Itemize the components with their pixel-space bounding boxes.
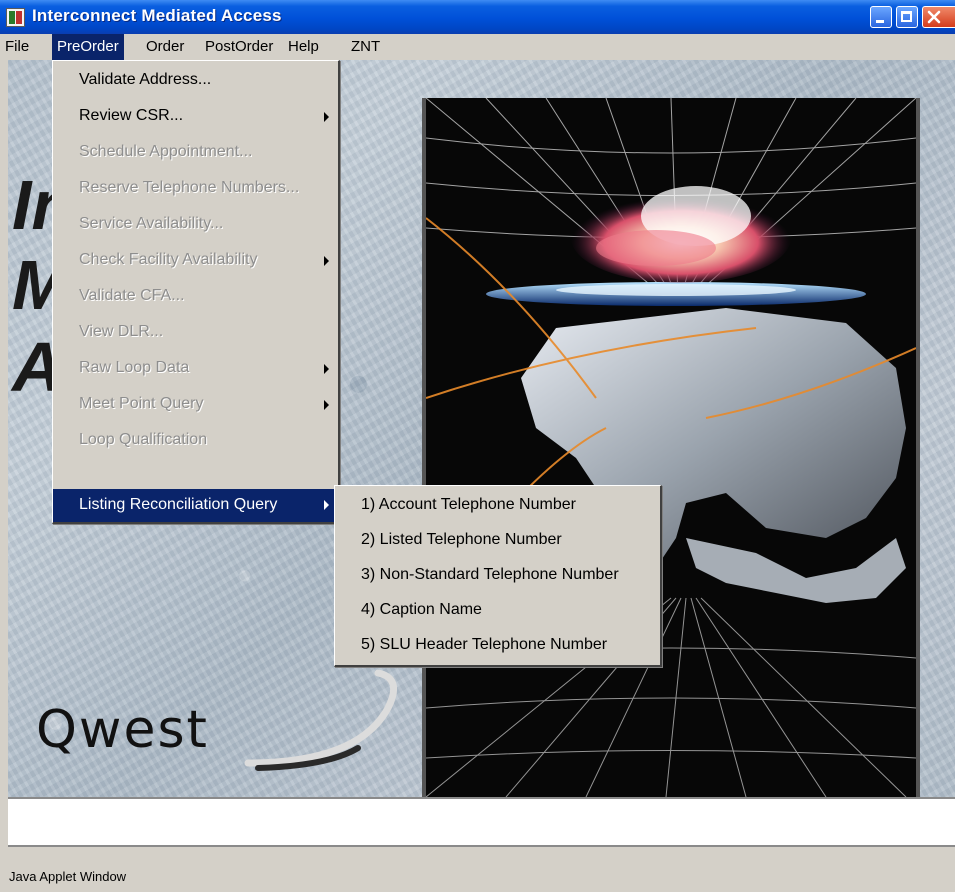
maximize-button[interactable] xyxy=(896,6,918,28)
window-title: Interconnect Mediated Access xyxy=(32,6,282,25)
menu-item-label: Service Availability... xyxy=(79,215,224,232)
menu-item-label: Meet Point Query xyxy=(79,395,204,412)
menu-item-loop-qualification[interactable]: Loop Qualification xyxy=(53,423,338,459)
menu-item-check-facility-availability[interactable]: Check Facility Availability xyxy=(53,243,338,279)
menu-file[interactable]: File xyxy=(0,34,34,60)
submenu-arrow-icon xyxy=(324,364,329,374)
submenu-item-slu-header-telephone-number[interactable]: 5) SLU Header Telephone Number xyxy=(335,628,660,663)
submenu-arrow-icon xyxy=(324,112,329,122)
menu-item-raw-loop-data[interactable]: Raw Loop Data xyxy=(53,351,338,387)
menu-znt[interactable]: ZNT xyxy=(346,34,385,60)
maximize-icon xyxy=(901,11,912,22)
submenu-arrow-icon xyxy=(324,500,329,510)
menu-item-view-dlr[interactable]: View DLR... xyxy=(53,315,338,351)
menu-help[interactable]: Help xyxy=(283,34,324,60)
menu-item-label: Reserve Telephone Numbers... xyxy=(79,179,300,196)
menu-item-label: Validate Address... xyxy=(79,71,212,88)
minimize-icon xyxy=(876,20,884,23)
title-bar[interactable]: Interconnect Mediated Access xyxy=(0,0,955,34)
submenu-arrow-icon xyxy=(324,256,329,266)
submenu-item-listed-telephone-number[interactable]: 2) Listed Telephone Number xyxy=(335,523,660,558)
close-icon xyxy=(927,10,941,24)
menu-item-label: Raw Loop Data xyxy=(79,359,190,376)
menu-item-label: Check Facility Availability xyxy=(79,251,258,268)
menu-order[interactable]: Order xyxy=(141,34,189,60)
qwest-swoosh-icon xyxy=(244,669,398,771)
menu-item-meet-point-query[interactable]: Meet Point Query xyxy=(53,387,338,423)
listing-reconciliation-submenu: 1) Account Telephone Number 2) Listed Te… xyxy=(334,485,662,667)
menu-item-service-availability[interactable]: Service Availability... xyxy=(53,207,338,243)
menu-preorder[interactable]: PreOrder xyxy=(52,34,124,60)
menu-item-label: Schedule Appointment... xyxy=(79,143,253,160)
menu-item-validate-cfa[interactable]: Validate CFA... xyxy=(53,279,338,315)
menu-bar: File PreOrder Order PostOrder Help ZNT xyxy=(0,34,955,60)
menu-item-listing-reconciliation-query[interactable]: Listing Reconciliation Query xyxy=(53,489,338,522)
menu-item-label: Loop Qualification xyxy=(79,431,208,448)
status-bar: Java Applet Window xyxy=(0,849,955,892)
submenu-item-non-standard-telephone-number[interactable]: 3) Non-Standard Telephone Number xyxy=(335,558,660,593)
menu-item-review-csr[interactable]: Review CSR... xyxy=(53,99,338,135)
menu-item-label: Listing Reconciliation Query xyxy=(79,496,278,513)
menu-item-validate-address[interactable]: Validate Address... xyxy=(53,63,338,99)
menu-item-label: View DLR... xyxy=(79,323,164,340)
submenu-item-account-telephone-number[interactable]: 1) Account Telephone Number xyxy=(335,488,660,523)
status-text: Java Applet Window xyxy=(9,869,127,884)
menu-item-label: Review CSR... xyxy=(79,107,184,124)
app-window: Interconnect Mediated Access File PreOrd… xyxy=(0,0,955,892)
submenu-item-caption-name[interactable]: 4) Caption Name xyxy=(335,593,660,628)
menu-postorder[interactable]: PostOrder xyxy=(200,34,278,60)
minimize-button[interactable] xyxy=(870,6,892,28)
menu-item-schedule-appointment[interactable]: Schedule Appointment... xyxy=(53,135,338,171)
menu-item-label: Validate CFA... xyxy=(79,287,185,304)
qwest-logo: Qwest xyxy=(36,700,209,760)
app-icon[interactable] xyxy=(6,8,25,27)
preorder-menu: Validate Address... Review CSR... Schedu… xyxy=(52,60,340,524)
menu-item-reserve-telephone-numbers[interactable]: Reserve Telephone Numbers... xyxy=(53,171,338,207)
submenu-arrow-icon xyxy=(324,400,329,410)
close-button[interactable] xyxy=(922,6,955,28)
network-globe-image xyxy=(422,98,920,797)
text-panel xyxy=(8,797,955,847)
